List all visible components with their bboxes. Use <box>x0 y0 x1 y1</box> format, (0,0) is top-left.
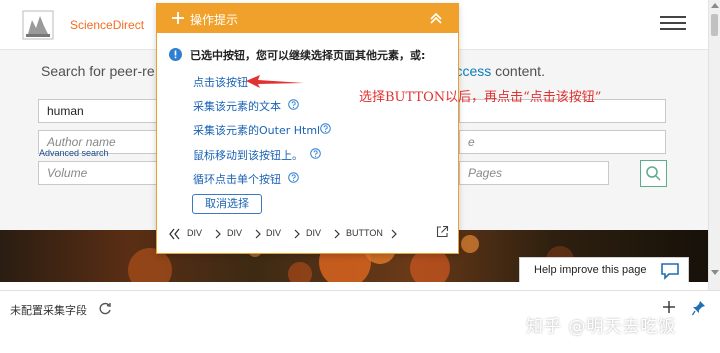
chevron-right-icon <box>391 229 397 239</box>
help-improve-label[interactable]: Help improve this page <box>534 264 647 276</box>
collapse-icon[interactable] <box>429 11 443 25</box>
action-collect-outer-html[interactable]: 采集该元素的Outer Html <box>193 122 320 138</box>
pages-input[interactable]: Pages <box>459 161 609 185</box>
volume-input[interactable]: Volume <box>38 161 160 185</box>
annotation-text: 选择BUTTON以后，再点击“点击该按钮” <box>359 90 602 105</box>
annotation-arrow-icon <box>246 75 304 88</box>
cancel-selection-button[interactable]: 取消选择 <box>192 194 262 214</box>
scroll-thumb[interactable] <box>711 14 718 36</box>
popup-header: 操作提示 <box>157 4 458 33</box>
search-heading-rest: content. <box>491 63 545 79</box>
action-loop-click[interactable]: 循环点击单个按钮 <box>193 171 281 187</box>
action-hover-button[interactable]: 鼠标移动到该按钮上。 <box>193 147 303 163</box>
breadcrumb-item-current[interactable]: BUTTON <box>346 228 383 238</box>
chat-icon[interactable] <box>660 262 680 280</box>
search-icon <box>646 166 661 181</box>
search-button[interactable] <box>640 160 667 187</box>
element-breadcrumb: DIV DIV DIV DIV BUTTON <box>169 226 449 242</box>
brand-name[interactable]: ScienceDirect <box>70 18 144 32</box>
scroll-up-icon[interactable] <box>711 3 719 8</box>
search-heading: Search for peer-re <box>41 63 155 79</box>
popup-title: 操作提示 <box>190 13 239 27</box>
fields-status-label: 未配置采集字段 <box>10 304 87 317</box>
elsevier-logo-icon[interactable] <box>22 10 54 40</box>
chevron-right-icon <box>294 229 300 239</box>
help-improve-widget[interactable]: Help improve this page <box>519 257 689 282</box>
page-scrollbar[interactable] <box>708 0 720 290</box>
plus-icon <box>172 12 184 24</box>
journal-title-input[interactable]: e <box>459 130 666 154</box>
action-click-button[interactable]: 点击该按钮 <box>193 74 248 90</box>
selection-message: 已选中按钮，您可以继续选择页面其他元素，或: <box>190 49 426 62</box>
operation-tips-popup: 操作提示 已选中按钮，您可以继续选择页面其他元素，或: 点击该按钮 采集该元素的… <box>156 3 459 254</box>
external-link-icon[interactable] <box>436 225 449 238</box>
chevron-right-icon <box>255 229 261 239</box>
breadcrumb-item[interactable]: DIV <box>227 228 242 238</box>
help-icon[interactable] <box>310 148 321 159</box>
advanced-search-link[interactable]: Advanced search <box>39 148 109 158</box>
double-chevron-left-icon[interactable] <box>169 228 180 240</box>
help-icon[interactable] <box>320 123 331 134</box>
breadcrumb-item[interactable]: DIV <box>306 228 321 238</box>
info-icon <box>169 48 182 61</box>
chevron-right-icon <box>334 229 340 239</box>
chevron-right-icon <box>215 229 221 239</box>
help-icon[interactable] <box>288 172 299 183</box>
refresh-icon[interactable] <box>98 302 112 316</box>
action-collect-text[interactable]: 采集该元素的文本 <box>193 98 281 114</box>
help-icon[interactable] <box>288 99 299 110</box>
pin-icon[interactable] <box>692 300 706 316</box>
breadcrumb-item[interactable]: DIV <box>266 228 281 238</box>
zhihu-watermark: 知乎 @明天去吃饭 <box>526 317 677 337</box>
breadcrumb-item[interactable]: DIV <box>187 228 202 238</box>
scroll-down-icon[interactable] <box>711 270 719 275</box>
keywords-input[interactable]: human <box>38 99 160 123</box>
menu-icon[interactable] <box>660 16 686 32</box>
